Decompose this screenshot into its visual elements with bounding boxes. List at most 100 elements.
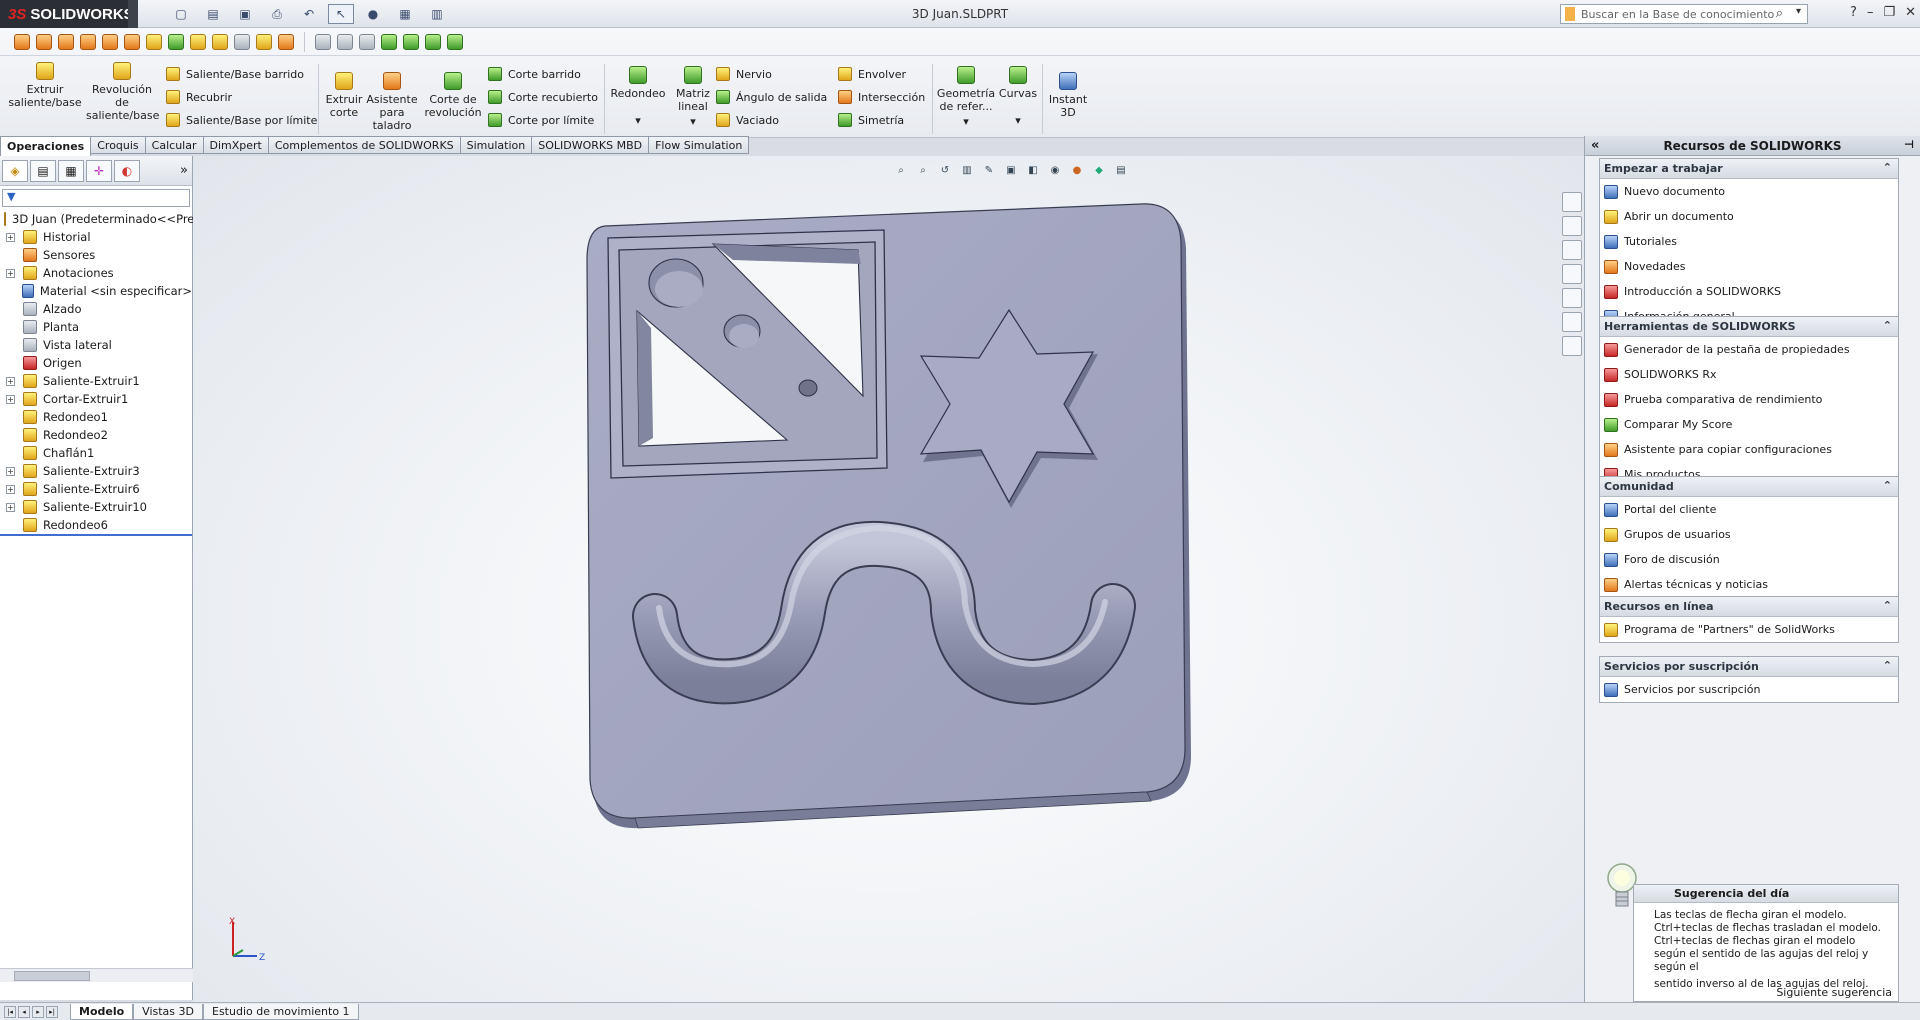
logo-menu-arrow[interactable] — [128, 0, 138, 28]
tree-item[interactable]: Redondeo1 — [0, 408, 192, 426]
select-arrow-icon[interactable]: ↖ — [328, 4, 354, 24]
extrude-cut-button[interactable]: Extruir corte — [320, 72, 368, 119]
new-document-icon[interactable]: ▢ — [168, 4, 194, 24]
expand-icon[interactable]: + — [6, 376, 15, 386]
expand-icon[interactable]: + — [6, 484, 15, 494]
section-header[interactable]: Recursos en línea ⌃ — [1600, 597, 1898, 617]
expand-icon[interactable]: + — [6, 232, 15, 242]
tab-mbd[interactable]: SOLIDWORKS MBD — [532, 136, 650, 154]
expand-icon[interactable]: + — [6, 466, 15, 476]
task-pane-link[interactable]: Tutoriales — [1600, 229, 1898, 254]
extrude-boss-button[interactable]: Extruir saliente/base — [8, 62, 82, 109]
reference-geometry-icon[interactable] — [403, 33, 419, 50]
home-icon[interactable] — [1562, 192, 1582, 212]
appearances-icon[interactable] — [1562, 288, 1582, 308]
restore-icon[interactable]: ❐ — [1883, 5, 1895, 20]
section-header[interactable]: Empezar a trabajar ⌃ — [1600, 159, 1898, 179]
task-pane-link[interactable]: Prueba comparativa de rendimiento — [1600, 387, 1898, 412]
tree-item[interactable]: + Cortar-Extruir1 — [0, 390, 192, 408]
instant3d-button[interactable]: Instant 3D — [1044, 72, 1092, 119]
tab-calcular[interactable]: Calcular — [145, 136, 204, 154]
tree-item[interactable]: + Saliente-Extruir10 — [0, 498, 192, 516]
tab-croquis[interactable]: Croquis — [91, 136, 146, 154]
print-icon[interactable]: ⎙ — [264, 4, 290, 24]
graphics-area[interactable]: ⌕ ⌕ ↺ ▥ ✎ ▣ ◧ ◉ ● ◆ ▤ X Z — [193, 156, 1584, 1002]
horizontal-scrollbar[interactable] — [0, 968, 193, 982]
collapse-chevron-icon[interactable]: ⌃ — [1883, 161, 1892, 174]
scrollbar-thumb[interactable] — [14, 971, 90, 981]
move-face-icon[interactable] — [315, 33, 331, 50]
tree-item[interactable]: Redondeo6 — [0, 516, 192, 534]
tab-flow-simulation[interactable]: Flow Simulation — [649, 136, 750, 154]
first-tab-icon[interactable]: |◂ — [4, 1005, 16, 1018]
prev-tab-icon[interactable]: ◂ — [18, 1005, 30, 1018]
tree-item[interactable]: Material <sin especificar> — [0, 282, 192, 300]
task-pane-link[interactable]: Programa de "Partners" de SolidWorks — [1600, 617, 1898, 642]
loft-button[interactable]: Recubrir — [166, 87, 232, 107]
section-header[interactable]: Herramientas de SOLIDWORKS ⌃ — [1600, 317, 1898, 337]
tree-root-part[interactable]: 3D Juan (Predeterminado<<Pre — [0, 210, 194, 228]
minimize-icon[interactable]: – — [1867, 5, 1874, 20]
wrap-button[interactable]: Envolver — [838, 64, 906, 84]
rib-shortcut-icon[interactable] — [234, 33, 250, 50]
tree-item[interactable]: Chaflán1 — [0, 444, 192, 462]
pocket-frame[interactable] — [607, 229, 888, 479]
task-pane-link[interactable]: Comparar My Score — [1600, 412, 1898, 437]
loft-shortcut-icon[interactable] — [80, 33, 96, 50]
task-pane-link[interactable]: Generador de la pestaña de propiedades — [1600, 337, 1898, 362]
section-header[interactable]: Comunidad ⌃ — [1600, 477, 1898, 497]
task-pane-link[interactable]: Abrir un documento — [1600, 204, 1898, 229]
tree-item[interactable]: Vista lateral — [0, 336, 192, 354]
custom-properties-icon[interactable] — [1562, 312, 1582, 332]
file-explorer-icon[interactable] — [1562, 240, 1582, 260]
tree-item[interactable]: + Saliente-Extruir1 — [0, 372, 192, 390]
curves-shortcut-icon[interactable] — [425, 33, 441, 50]
intersect-button[interactable]: Intersección — [838, 87, 925, 107]
property-manager-tab-icon[interactable]: ▤ — [30, 159, 56, 182]
boundary-cut-button[interactable]: Corte por límite — [488, 110, 594, 130]
hole-wizard-button[interactable]: Asistente para taladro — [366, 72, 418, 132]
task-pane-link[interactable]: Nuevo documento — [1600, 179, 1898, 204]
display-manager-tab-icon[interactable]: ◐ — [114, 159, 140, 182]
last-tab-icon[interactable]: ▸| — [46, 1005, 58, 1018]
revolve-cut-button[interactable]: Corte de revolución — [420, 72, 486, 119]
tab-dimxpert[interactable]: DimXpert — [203, 136, 269, 154]
cut-shortcut-icon[interactable] — [124, 33, 140, 50]
chamfer-shortcut-icon[interactable] — [190, 33, 206, 50]
configuration-manager-tab-icon[interactable]: ▦ — [58, 159, 84, 182]
feature-manager-tab-icon[interactable]: ◈ — [2, 159, 28, 182]
sweep-shortcut-icon[interactable] — [58, 33, 74, 50]
tab-vistas-3d[interactable]: Vistas 3D — [133, 1003, 203, 1020]
expand-icon[interactable]: + — [6, 268, 15, 278]
tree-item[interactable]: Alzado — [0, 300, 192, 318]
draft-shortcut-icon[interactable] — [256, 33, 272, 50]
collapse-chevron-icon[interactable]: ⌃ — [1883, 319, 1892, 332]
linear-pattern-button[interactable]: Matriz lineal ▾ — [668, 66, 718, 128]
tree-item[interactable]: Origen — [0, 354, 192, 372]
task-pane-link[interactable]: Novedades — [1600, 254, 1898, 279]
tree-item[interactable]: + Saliente-Extruir3 — [0, 462, 192, 480]
extrude-shortcut-icon[interactable] — [14, 33, 30, 50]
instant3d-shortcut-icon[interactable] — [447, 33, 463, 50]
collapse-chevron-icon[interactable]: ⌃ — [1883, 479, 1892, 492]
tab-motion-study[interactable]: Estudio de movimiento 1 — [203, 1003, 359, 1020]
chevron-down-icon[interactable]: ▾ — [996, 114, 1040, 127]
wrap-shortcut-icon[interactable] — [278, 33, 294, 50]
task-pane-link[interactable]: Introducción a SOLIDWORKS — [1600, 279, 1898, 304]
task-pane-link[interactable]: Grupos de usuarios — [1600, 522, 1898, 547]
tree-item[interactable]: + Anotaciones — [0, 264, 192, 282]
tree-item[interactable]: Sensores — [0, 246, 192, 264]
file-properties-icon[interactable]: ▦ — [392, 4, 418, 24]
tab-complementos[interactable]: Complementos de SOLIDWORKS — [268, 136, 461, 154]
task-pane-link[interactable]: Portal del cliente — [1600, 497, 1898, 522]
replace-face-icon[interactable] — [359, 33, 375, 50]
tab-simulation[interactable]: Simulation — [460, 136, 533, 154]
swept-boss-button[interactable]: Saliente/Base barrido — [166, 64, 304, 84]
revolve-shortcut-icon[interactable] — [36, 33, 52, 50]
expand-icon[interactable]: + — [6, 502, 15, 512]
next-tab-icon[interactable]: ▸ — [32, 1005, 44, 1018]
part-model[interactable] — [193, 156, 1584, 1002]
task-pane-link[interactable]: Alertas técnicas y noticias — [1600, 572, 1898, 597]
solidworks-forum-icon[interactable] — [1562, 336, 1582, 356]
design-library-icon[interactable] — [1562, 216, 1582, 236]
